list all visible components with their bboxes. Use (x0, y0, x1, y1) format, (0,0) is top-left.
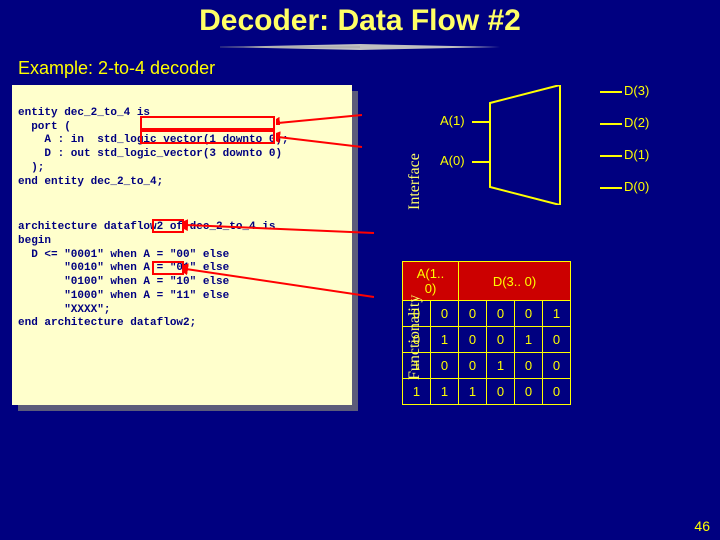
highlight-box-decl-a (140, 116, 275, 130)
arrow-decl-d (276, 131, 362, 149)
highlight-box-cond-00 (152, 219, 184, 233)
truth-header-d: D(3.. 0) (459, 262, 571, 301)
truth-table: A(1.. 0) D(3.. 0) 0 0 0 0 0 1 0 1 0 0 1 … (402, 261, 571, 405)
highlight-box-cond-11 (152, 261, 184, 275)
divider-decoration (220, 44, 500, 50)
code-panel: entity dec_2_to_4 is port ( A : in std_l… (12, 85, 352, 405)
mux-output-d3: D(3) (624, 83, 649, 98)
table-row: 0 0 0 0 0 1 (403, 301, 571, 327)
arrow-decl-a (276, 107, 362, 125)
wire-in-a1 (472, 121, 490, 123)
table-row: 0 1 0 0 1 0 (403, 327, 571, 353)
side-label-functionality: Functionality (406, 295, 424, 380)
side-label-interface: Interface (406, 153, 424, 210)
mux-output-d0: D(0) (624, 179, 649, 194)
decoder-symbol: A(1) A(0) D(3) D(2) D(1) D(0) (402, 83, 708, 213)
slide-title: Decoder: Data Flow #2 (0, 0, 720, 38)
slide-subtitle: Example: 2-to-4 decoder (0, 58, 720, 79)
arrow-cond-11 (184, 263, 374, 299)
highlight-box-decl-d (140, 130, 275, 144)
arrow-cond-00 (184, 213, 374, 237)
wire-out-d1 (600, 155, 622, 157)
wire-in-a0 (472, 161, 490, 163)
wire-out-d3 (600, 91, 622, 93)
mux-input-a1: A(1) (440, 113, 465, 128)
table-row: 1 0 0 1 0 0 (403, 353, 571, 379)
mux-output-d1: D(1) (624, 147, 649, 162)
wire-out-d2 (600, 123, 622, 125)
page-number: 46 (694, 518, 710, 534)
mux-input-a0: A(0) (440, 153, 465, 168)
mux-output-d2: D(2) (624, 115, 649, 130)
table-row: 1 1 1 0 0 0 (403, 379, 571, 405)
wire-out-d0 (600, 187, 622, 189)
